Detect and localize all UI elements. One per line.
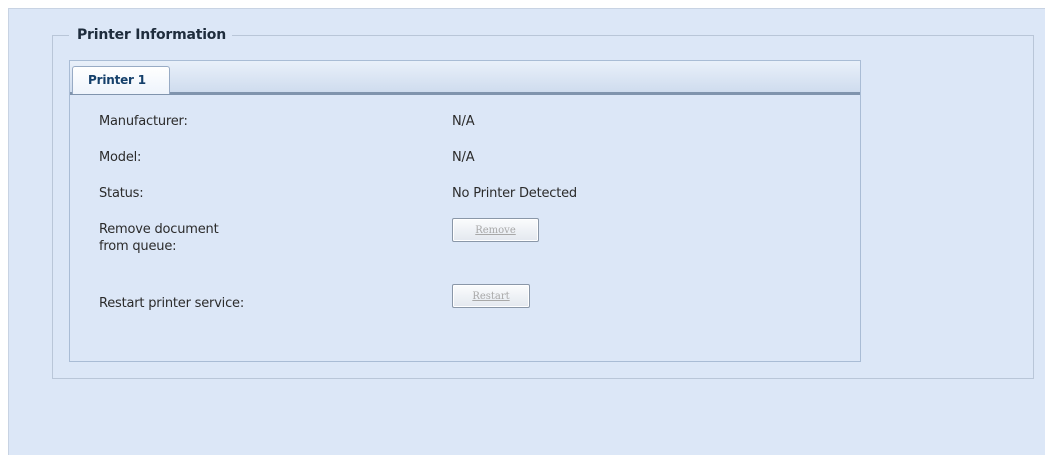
model-label: Model: [99,150,142,165]
remove-button[interactable]: Remove [452,218,539,242]
remove-document-label-line1: Remove document [99,222,219,237]
restart-printer-service-label: Restart printer service: [99,296,245,311]
manufacturer-value: N/A [452,114,475,129]
tab-printer-1[interactable]: Printer 1 [72,66,170,94]
restart-button[interactable]: Restart [452,284,530,308]
fieldset-legend: Printer Information [69,25,232,45]
manufacturer-label: Manufacturer: [99,114,188,129]
model-value: N/A [452,150,475,165]
remove-document-label-line2: from queue: [99,239,177,254]
printer-tab-panel: Printer 1 Manufacturer: N/A Model: N/A S… [69,60,861,362]
status-value: No Printer Detected [452,186,577,201]
tab-strip: Printer 1 [70,61,860,95]
page-background: Printer Information Printer 1 Manufactur… [8,8,1045,455]
status-label: Status: [99,186,144,201]
